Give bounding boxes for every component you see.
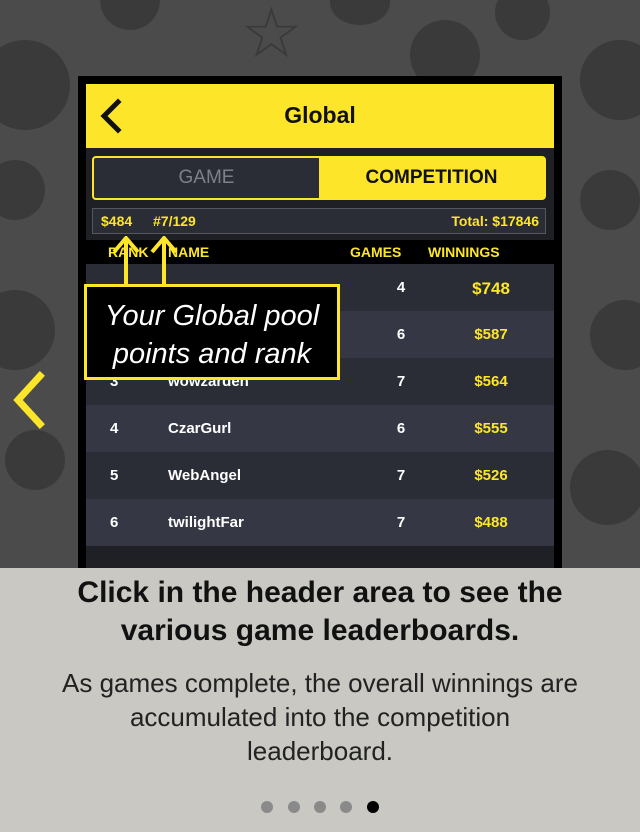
column-games: GAMES bbox=[350, 244, 402, 260]
caption-body: As games complete, the overall winnings … bbox=[0, 666, 640, 768]
caption-body-line-3: leaderboard. bbox=[247, 736, 393, 766]
basketball-icon bbox=[0, 40, 70, 130]
page-dot-3[interactable] bbox=[314, 801, 326, 813]
row-games: 7 bbox=[396, 373, 406, 390]
caption-title: Click in the header area to see the vari… bbox=[0, 574, 640, 650]
page-dot-5[interactable] bbox=[366, 801, 379, 813]
row-games: 7 bbox=[396, 467, 406, 484]
page-title: Global bbox=[284, 102, 356, 128]
user-rank: #7/129 bbox=[153, 213, 196, 229]
chevron-left-icon bbox=[13, 371, 45, 429]
tutorial-caption: Click in the header area to see the vari… bbox=[0, 568, 640, 832]
callout-arrow-rank-icon bbox=[150, 236, 178, 288]
previous-slide-button[interactable] bbox=[10, 370, 50, 430]
soccer-ball-icon bbox=[495, 0, 550, 40]
leaderboard-header[interactable]: Global bbox=[86, 84, 554, 148]
tab-competition[interactable]: COMPETITION bbox=[319, 158, 544, 198]
row-winnings: $526 bbox=[474, 467, 508, 484]
column-winnings: WINNINGS bbox=[428, 244, 500, 260]
row-winnings: $748 bbox=[472, 279, 510, 298]
row-games: 7 bbox=[396, 514, 406, 531]
football-icon bbox=[330, 0, 390, 25]
row-name: twilightFar bbox=[168, 514, 244, 531]
callout-line-2: points and rank bbox=[112, 338, 312, 370]
baseball-icon bbox=[5, 430, 65, 490]
tab-game[interactable]: GAME bbox=[94, 158, 319, 198]
table-row[interactable]: 6 twilightFar 7 $488 bbox=[86, 499, 554, 546]
star-icon: ☆ bbox=[240, 0, 303, 74]
ball-icon bbox=[0, 160, 45, 220]
caption-body-line-1: As games complete, the overall winnings … bbox=[62, 668, 578, 698]
row-name: WebAngel bbox=[168, 467, 242, 484]
caption-body-line-2: accumulated into the competition bbox=[129, 702, 511, 732]
page-dot-2[interactable] bbox=[287, 801, 300, 813]
page-dot-4[interactable] bbox=[340, 801, 353, 813]
row-rank: 5 bbox=[110, 467, 119, 484]
tutorial-callout: Your Global pool points and rank bbox=[84, 284, 340, 380]
pagination-dots bbox=[0, 800, 640, 818]
tennis-ball-icon bbox=[590, 300, 640, 370]
row-games: 4 bbox=[396, 279, 406, 296]
pool-total: Total: $17846 bbox=[451, 213, 539, 229]
ball-icon bbox=[580, 40, 640, 120]
ball-icon bbox=[580, 170, 640, 230]
row-winnings: $555 bbox=[474, 420, 508, 437]
user-points: $484 bbox=[101, 213, 133, 229]
row-name: CzarGurl bbox=[168, 420, 232, 437]
row-rank: 6 bbox=[110, 514, 119, 531]
row-winnings: $488 bbox=[474, 514, 508, 531]
caption-title-line-2: various game leaderboards. bbox=[120, 614, 520, 647]
cricket-ball-icon bbox=[0, 290, 55, 370]
row-winnings: $587 bbox=[474, 326, 508, 343]
table-row[interactable]: 5 WebAngel 7 $526 bbox=[86, 452, 554, 499]
table-row[interactable]: 4 CzarGurl 6 $555 bbox=[86, 405, 554, 452]
caption-title-line-1: Click in the header area to see the bbox=[77, 576, 563, 609]
page-dot-1[interactable] bbox=[261, 801, 274, 813]
callout-arrow-points-icon bbox=[112, 236, 140, 288]
row-games: 6 bbox=[396, 326, 406, 343]
ball-icon bbox=[570, 450, 640, 525]
row-rank: 4 bbox=[110, 420, 119, 437]
callout-line-1: Your Global pool bbox=[104, 300, 320, 332]
row-games: 6 bbox=[396, 420, 406, 437]
ball-icon bbox=[100, 0, 160, 30]
user-stats-bar: $484 #7/129 Total: $17846 bbox=[92, 208, 546, 234]
leaderboard-type-toggle: GAME COMPETITION bbox=[92, 156, 546, 200]
row-winnings: $564 bbox=[474, 373, 508, 390]
